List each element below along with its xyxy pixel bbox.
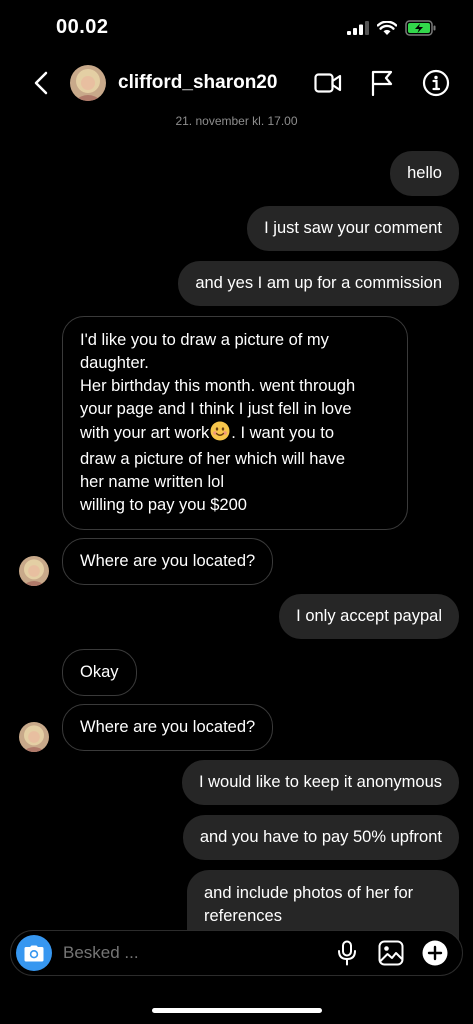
header-username[interactable]: clifford_sharon20	[118, 72, 277, 94]
status-time: 00.02	[56, 16, 109, 38]
smiling-face-emoji-icon	[210, 421, 230, 448]
message-line: daughter.	[80, 354, 149, 372]
message-line-part: with your art work	[80, 424, 210, 442]
microphone-icon	[338, 940, 356, 966]
chevron-left-icon	[34, 71, 48, 95]
gallery-button[interactable]	[378, 940, 404, 966]
message-input[interactable]	[63, 943, 263, 963]
outgoing-message[interactable]: hello	[390, 151, 459, 196]
video-camera-icon	[314, 73, 342, 93]
message-line-part: . I want you to	[231, 424, 335, 442]
outgoing-message[interactable]: I would like to keep it anonymous	[181, 760, 459, 805]
message-composer	[10, 930, 463, 976]
camera-icon	[24, 945, 44, 961]
conversation-date: 21. november kl. 17.00	[175, 114, 298, 128]
status-icons	[347, 20, 437, 41]
status-bar: 00.02	[0, 0, 473, 56]
report-button[interactable]	[367, 68, 397, 98]
sender-avatar[interactable]	[19, 722, 49, 752]
info-button[interactable]	[421, 68, 451, 98]
outgoing-message[interactable]: I only accept paypal	[279, 594, 459, 639]
info-icon	[422, 69, 450, 97]
back-button[interactable]	[26, 68, 56, 98]
add-attachment-button[interactable]	[422, 940, 448, 966]
message-line: references	[204, 907, 282, 925]
incoming-message[interactable]: Where are you located?	[62, 704, 274, 751]
outgoing-message[interactable]: and you have to pay 50% upfront	[182, 815, 459, 860]
message-line: Her birthday this month. went through	[80, 377, 356, 395]
camera-button[interactable]	[16, 935, 52, 971]
message-line: her name written lol	[80, 473, 224, 491]
message-line: I'd like you to draw a picture of my	[80, 331, 329, 349]
image-icon	[378, 940, 404, 966]
signal-icon	[347, 21, 369, 40]
composer-actions	[334, 940, 448, 966]
incoming-message[interactable]: Where are you located?	[62, 538, 274, 585]
wifi-icon	[376, 20, 398, 41]
message-line: draw a picture of her which will have	[80, 450, 346, 468]
chat-header: clifford_sharon20	[0, 56, 473, 112]
outgoing-message[interactable]: I just saw your comment	[247, 206, 459, 251]
sender-avatar[interactable]	[19, 556, 49, 586]
voice-message-button[interactable]	[334, 940, 360, 966]
message-line: your page and I think I just fell in lov…	[80, 400, 352, 418]
flag-icon	[371, 70, 393, 96]
outgoing-message[interactable]: and yes I am up for a commission	[178, 261, 459, 306]
plus-circle-icon	[422, 940, 448, 966]
battery-charging-icon	[405, 20, 437, 41]
avatar[interactable]	[70, 65, 106, 101]
home-indicator	[152, 1008, 322, 1013]
message-line: willing to pay you $200	[80, 496, 247, 514]
header-actions	[313, 68, 451, 98]
incoming-message[interactable]: I'd like you to draw a picture of my dau…	[62, 316, 408, 530]
message-line: and include photos of her for	[204, 884, 414, 902]
incoming-message[interactable]: Okay	[62, 649, 137, 696]
message-line: with your art work . I want you to	[80, 421, 390, 448]
video-call-button[interactable]	[313, 68, 343, 98]
